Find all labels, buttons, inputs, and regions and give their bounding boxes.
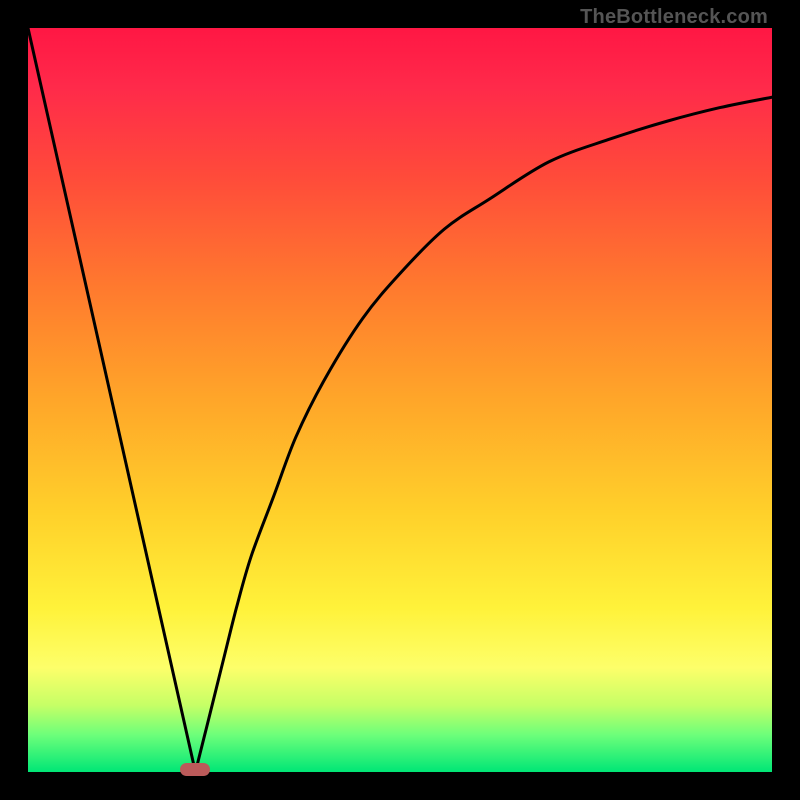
curve-right (195, 97, 772, 772)
plot-area (28, 28, 772, 772)
curve-left (28, 28, 195, 772)
chart-frame: TheBottleneck.com (0, 0, 800, 800)
watermark-text: TheBottleneck.com (580, 6, 768, 29)
min-marker (180, 763, 210, 776)
curve-svg (28, 28, 772, 772)
